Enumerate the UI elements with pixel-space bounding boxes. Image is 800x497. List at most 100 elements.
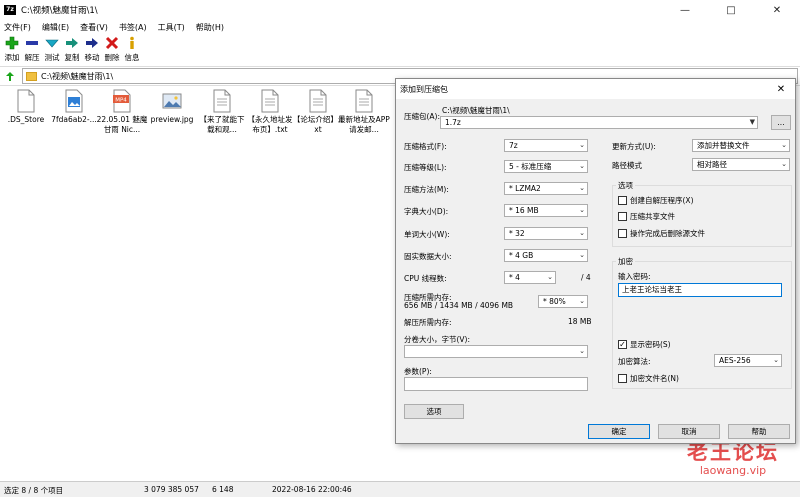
options-group-title: 选项 xyxy=(616,180,635,191)
copy-icon xyxy=(66,38,78,48)
menu-edit[interactable]: 编辑(E) xyxy=(42,22,69,33)
move-button[interactable]: 移动 xyxy=(82,34,102,63)
dialog-close-button[interactable]: ✕ xyxy=(767,84,795,95)
mp4-file-icon: MP4 xyxy=(113,89,131,113)
cpu-label: CPU 线程数: xyxy=(404,274,447,283)
up-folder-icon[interactable] xyxy=(4,70,16,82)
chevron-down-icon: ⌄ xyxy=(579,141,585,149)
test-button[interactable]: 测试 xyxy=(42,34,62,63)
shared-checkbox[interactable]: 压缩共享文件 xyxy=(618,211,675,222)
file-item[interactable]: .DS_Store xyxy=(0,86,52,125)
chevron-down-icon: ⌄ xyxy=(579,229,585,237)
archive-path: C:\视频\魅魔甘雨\1\ xyxy=(442,106,510,115)
address-text: C:\视频\魅魔甘雨\1\ xyxy=(41,71,114,81)
encrypt-names-checkbox[interactable]: 加密文件名(N) xyxy=(618,373,679,384)
add-button[interactable]: 添加 xyxy=(2,34,22,63)
status-selected: 选定 8 / 8 个项目 xyxy=(4,486,64,495)
mem-pct-value: * 80% xyxy=(543,297,566,306)
split-select[interactable]: ⌄ xyxy=(404,345,588,358)
chevron-down-icon: ▼ xyxy=(749,118,755,126)
add-icon xyxy=(5,36,19,50)
status-bar: 选定 8 / 8 个项目 3 079 385 057 6 148 2022-08… xyxy=(0,481,800,497)
mem-pct-select[interactable]: * 80% ⌄ xyxy=(538,295,588,308)
maximize-button[interactable]: □ xyxy=(708,0,754,20)
menu-tools[interactable]: 工具(T) xyxy=(158,22,185,33)
chevron-down-icon: ⌄ xyxy=(579,206,585,214)
image-file-icon xyxy=(65,89,83,113)
watermark: 老王论坛 laowang.vip xyxy=(672,440,794,478)
file-item[interactable]: preview.jpg xyxy=(146,86,198,125)
dict-select[interactable]: * 16 MB ⌄ xyxy=(504,204,588,217)
info-button[interactable]: 信息 xyxy=(122,34,142,63)
menu-file[interactable]: 文件(F) xyxy=(4,22,31,33)
show-password-label: 显示密码(S) xyxy=(630,340,671,349)
extract-button[interactable]: 解压 xyxy=(22,34,42,63)
file-item[interactable]: 【永久地址发布页】.txt xyxy=(244,86,296,135)
level-label: 压缩等级(L): xyxy=(404,163,447,172)
close-button[interactable]: ✕ xyxy=(754,0,800,20)
checkbox-box xyxy=(618,196,627,205)
path-label: 路径模式 xyxy=(612,161,642,170)
file-item[interactable]: MP4 22.05.01 魅魔甘雨 Nic... xyxy=(96,86,148,135)
dmem-label: 解压所需内存: xyxy=(404,318,452,327)
enc-method-select[interactable]: AES-256 ⌄ xyxy=(714,354,782,367)
info-icon xyxy=(130,36,134,49)
help-button[interactable]: 帮助 xyxy=(728,424,790,439)
file-name: 【论坛介绍】.txt xyxy=(292,115,344,134)
cancel-button[interactable]: 取消 xyxy=(658,424,720,439)
password-value: 上老王论坛当老王 xyxy=(622,285,682,294)
archive-name-combo[interactable]: 1.7z ▼ xyxy=(440,116,758,129)
method-value: * LZMA2 xyxy=(509,184,541,193)
mem-values: 656 MB / 1434 MB / 4096 MB xyxy=(404,301,514,310)
file-item[interactable]: 【来了就能下载和观... xyxy=(196,86,248,135)
format-value: 7z xyxy=(509,141,518,150)
file-item[interactable]: 【论坛介绍】.txt xyxy=(292,86,344,135)
file-name: 【来了就能下载和观... xyxy=(199,115,245,134)
copy-button[interactable]: 复制 xyxy=(62,34,82,63)
status-size: 3 079 385 057 xyxy=(144,485,199,494)
menu-help[interactable]: 帮助(H) xyxy=(196,22,224,33)
dmem-value: 18 MB xyxy=(568,317,592,326)
sfx-checkbox[interactable]: 创建自解压程序(X) xyxy=(618,195,694,206)
update-label: 更新方式(U): xyxy=(612,142,656,151)
word-label: 单词大小(W): xyxy=(404,230,450,239)
path-value: 相对路径 xyxy=(697,160,727,169)
options-button[interactable]: 选项 xyxy=(404,404,464,419)
format-select[interactable]: 7z ⌄ xyxy=(504,139,588,152)
folder-icon xyxy=(26,71,37,81)
word-select[interactable]: * 32 ⌄ xyxy=(504,227,588,240)
delete-button[interactable]: 删除 xyxy=(102,34,122,63)
app-icon: 7z xyxy=(4,5,16,15)
level-select[interactable]: 5 - 标准压缩 ⌄ xyxy=(504,160,588,173)
chevron-down-icon: ⌄ xyxy=(781,141,787,149)
add-label: 添加 xyxy=(4,53,20,62)
solid-select[interactable]: * 4 GB ⌄ xyxy=(504,249,588,262)
extract-icon xyxy=(26,41,38,45)
chevron-down-icon: ⌄ xyxy=(547,273,553,281)
ok-button[interactable]: 确定 xyxy=(588,424,650,439)
file-item[interactable]: 最新地址及APP请发邮... xyxy=(338,86,390,135)
cpu-select[interactable]: * 4 ⌄ xyxy=(504,271,556,284)
minimize-button[interactable]: — xyxy=(662,0,708,20)
menu-bar: 文件(F) 编辑(E) 查看(V) 书签(A) 工具(T) 帮助(H) xyxy=(0,20,800,34)
copy-label: 复制 xyxy=(64,53,80,62)
password-input[interactable]: 上老王论坛当老王 xyxy=(618,283,782,297)
delete-label: 删除 xyxy=(104,53,120,62)
menu-bookmarks[interactable]: 书签(A) xyxy=(119,22,147,33)
path-select[interactable]: 相对路径 ⌄ xyxy=(692,158,790,171)
show-password-checkbox[interactable]: ✓ 显示密码(S) xyxy=(618,339,671,350)
file-item[interactable]: 7fda6ab2-... xyxy=(48,86,100,125)
extract-label: 解压 xyxy=(24,53,40,62)
method-select[interactable]: * LZMA2 ⌄ xyxy=(504,182,588,195)
params-input[interactable] xyxy=(404,377,588,391)
update-select[interactable]: 添加并替换文件 ⌄ xyxy=(692,139,790,152)
encrypt-names-label: 加密文件名(N) xyxy=(630,374,679,383)
browse-button[interactable]: ... xyxy=(771,115,791,130)
menu-view[interactable]: 查看(V) xyxy=(80,22,108,33)
chevron-down-icon: ⌄ xyxy=(773,356,779,364)
delete-source-checkbox[interactable]: 操作完成后删除源文件 xyxy=(618,228,705,239)
word-value: * 32 xyxy=(509,229,525,238)
document-icon xyxy=(309,89,327,113)
file-name: 最新地址及APP请发邮... xyxy=(338,115,390,134)
file-name: preview.jpg xyxy=(150,115,194,124)
